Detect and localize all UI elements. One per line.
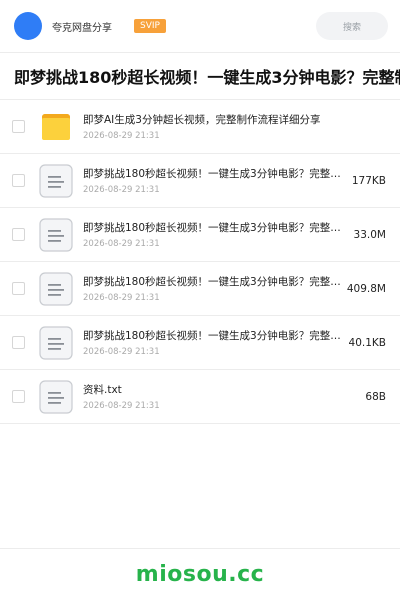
file-row[interactable]: 即梦挑战180秒超长视频！一键生成3分钟电影？完整制作流程 2026-08-29 … (0, 316, 400, 370)
file-date: 2026-08-29 21:31 (83, 293, 160, 303)
avatar[interactable] (14, 12, 42, 40)
file-name: 即梦AI生成3分钟超长视频，完整制作流程详细分享 (83, 114, 321, 126)
file-name: 即梦挑战180秒超长视频！一键生成3分钟电影？完整制作流程 (83, 168, 346, 180)
file-date: 2026-08-29 21:31 (83, 131, 160, 141)
page-title: 即梦挑战180秒超长视频！一键生成3分钟电影？完整制作流程 (14, 68, 400, 87)
footer: miosou.cc (0, 548, 400, 600)
document-icon (39, 163, 73, 198)
document-icon (39, 379, 73, 414)
file-size: 68B (365, 390, 386, 403)
file-size: 409.8M (346, 282, 386, 295)
file-row[interactable]: 即梦挑战180秒超长视频！一键生成3分钟电影？完整制作流程 2026-08-29 … (0, 262, 400, 316)
file-row[interactable]: 资料.txt 2026-08-29 21:31 68B (0, 370, 400, 424)
file-info: 即梦挑战180秒超长视频！一键生成3分钟电影？完整制作流程 2026-08-29 … (83, 220, 348, 249)
row-checkbox[interactable] (12, 174, 25, 187)
file-name: 即梦挑战180秒超长视频！一键生成3分钟电影？完整制作流程 (83, 330, 343, 342)
file-name: 即梦挑战180秒超长视频！一键生成3分钟电影？完整制作流程 (83, 276, 341, 288)
file-date: 2026-08-29 21:31 (83, 347, 160, 357)
file-row[interactable]: 即梦AI生成3分钟超长视频，完整制作流程详细分享 2026-08-29 21:31 (0, 100, 400, 154)
document-icon (39, 325, 73, 360)
file-name: 即梦挑战180秒超长视频！一键生成3分钟电影？完整制作流程 (83, 222, 348, 234)
file-info: 即梦挑战180秒超长视频！一键生成3分钟电影？完整制作流程 2026-08-29 … (83, 328, 343, 357)
row-checkbox[interactable] (12, 282, 25, 295)
file-info: 即梦AI生成3分钟超长视频，完整制作流程详细分享 2026-08-29 21:31 (83, 112, 380, 141)
file-info: 资料.txt 2026-08-29 21:31 (83, 382, 359, 411)
share-title-row: 即梦挑战180秒超长视频！一键生成3分钟电影？完整制作流程 (0, 53, 400, 99)
file-row[interactable]: 即梦挑战180秒超长视频！一键生成3分钟电影？完整制作流程 2026-08-29 … (0, 154, 400, 208)
row-checkbox[interactable] (12, 390, 25, 403)
file-name: 资料.txt (83, 384, 122, 396)
app-name: 夸克网盘分享 (52, 22, 112, 34)
file-info: 即梦挑战180秒超长视频！一键生成3分钟电影？完整制作流程 2026-08-29 … (83, 274, 341, 303)
file-info: 即梦挑战180秒超长视频！一键生成3分钟电影？完整制作流程 2026-08-29 … (83, 166, 346, 195)
document-icon (39, 217, 73, 252)
file-size: 40.1KB (348, 336, 386, 349)
file-size: 33.0M (353, 228, 386, 241)
row-checkbox[interactable] (12, 228, 25, 241)
brand-watermark: miosou.cc (135, 562, 265, 587)
svip-badge: SVIP (134, 19, 166, 33)
row-checkbox[interactable] (12, 336, 25, 349)
document-icon (39, 271, 73, 306)
file-list: 即梦AI生成3分钟超长视频，完整制作流程详细分享 2026-08-29 21:31… (0, 100, 400, 424)
file-row[interactable]: 即梦挑战180秒超长视频！一键生成3分钟电影？完整制作流程 2026-08-29 … (0, 208, 400, 262)
file-size: 177KB (351, 174, 386, 187)
search-button[interactable]: 搜索 (316, 12, 388, 40)
file-date: 2026-08-29 21:31 (83, 185, 160, 195)
row-checkbox[interactable] (12, 120, 25, 133)
folder-icon (39, 110, 73, 144)
file-date: 2026-08-29 21:31 (83, 401, 160, 411)
top-bar: 夸克网盘分享 SVIP 搜索 (0, 0, 400, 52)
file-date: 2026-08-29 21:31 (83, 239, 160, 249)
